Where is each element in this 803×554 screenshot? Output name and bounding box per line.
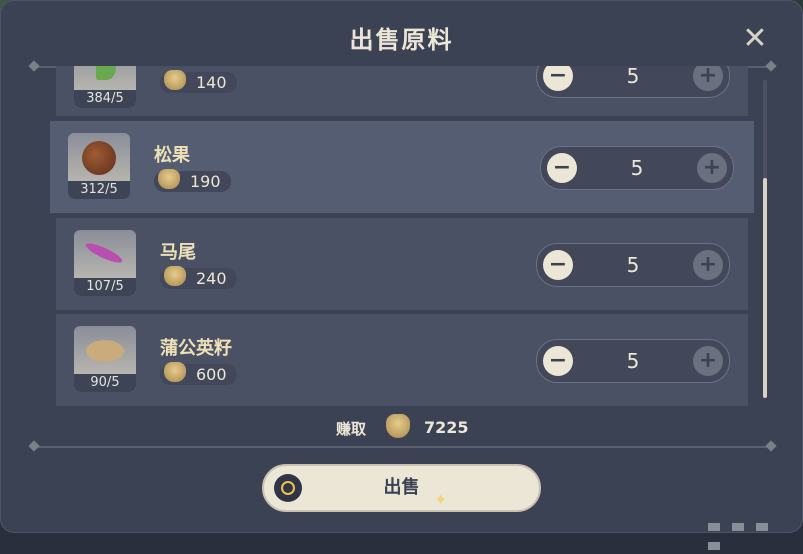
earn-label: 赚取 [336, 420, 367, 438]
quantity-value: 5 [626, 253, 640, 277]
dandelion-seed-icon: 90/5 [74, 326, 136, 392]
decrease-button[interactable]: − [543, 346, 573, 376]
item-name: 马尾 [160, 242, 196, 263]
increase-button[interactable]: + [697, 153, 727, 183]
earn-value: 7225 [424, 418, 469, 437]
item-list: 384/5 140 − 5 + 312/5 松果 190 − 5 + 107/5… [0, 66, 803, 406]
mora-coin-icon [164, 70, 186, 90]
list-item[interactable]: 90/5 蒲公英籽 600 − 5 + [56, 314, 748, 406]
item-price: 240 [160, 266, 237, 289]
sell-button-label: 出售 [383, 477, 420, 498]
mora-coin-icon [158, 169, 180, 189]
sell-button[interactable]: 出售 [262, 464, 541, 512]
item-price: 600 [160, 362, 237, 385]
mora-bag-icon [386, 414, 410, 438]
item-count: 107/5 [74, 278, 136, 296]
item-count: 312/5 [68, 181, 130, 199]
mora-coin-icon [164, 362, 186, 382]
pinecone-icon: 312/5 [68, 133, 130, 199]
bottom-divider [28, 440, 777, 452]
item-price: 140 [160, 70, 237, 93]
sell-materials-dialog: 出售原料 ✕ 384/5 140 − 5 + 312/5 松果 190 − 5 … [0, 0, 803, 550]
item-price: 190 [154, 169, 231, 192]
scrollbar[interactable] [763, 80, 767, 398]
quantity-value: 5 [626, 66, 640, 88]
quantity-value: 5 [630, 156, 644, 180]
quantity-value: 5 [626, 349, 640, 373]
scrollbar-thumb[interactable] [763, 178, 767, 398]
item-name: 松果 [154, 145, 190, 166]
green-leaf-icon: 384/5 [74, 66, 136, 108]
quantity-stepper[interactable]: − 5 + [536, 243, 730, 287]
item-count: 384/5 [74, 90, 136, 108]
status-indicators [708, 516, 803, 554]
increase-button[interactable]: + [693, 66, 723, 91]
list-item[interactable]: 384/5 140 − 5 + [56, 66, 748, 116]
sparkle-icon: ✦ [434, 490, 448, 509]
dialog-title: 出售原料 [349, 26, 454, 54]
mora-coin-icon [164, 266, 186, 286]
decrease-button[interactable]: − [543, 66, 573, 91]
close-icon[interactable]: ✕ [740, 24, 770, 54]
item-name: 蒲公英籽 [160, 338, 232, 359]
decrease-button[interactable]: − [547, 153, 577, 183]
list-item[interactable]: 312/5 松果 190 − 5 + [50, 121, 754, 213]
quantity-stepper[interactable]: − 5 + [536, 66, 730, 98]
decrease-button[interactable]: − [543, 250, 573, 280]
increase-button[interactable]: + [693, 346, 723, 376]
quantity-stepper[interactable]: − 5 + [536, 339, 730, 383]
list-item[interactable]: 107/5 马尾 240 − 5 + [56, 218, 748, 310]
quantity-stepper[interactable]: − 5 + [540, 146, 734, 190]
increase-button[interactable]: + [693, 250, 723, 280]
horsetail-icon: 107/5 [74, 230, 136, 296]
item-count: 90/5 [74, 374, 136, 392]
